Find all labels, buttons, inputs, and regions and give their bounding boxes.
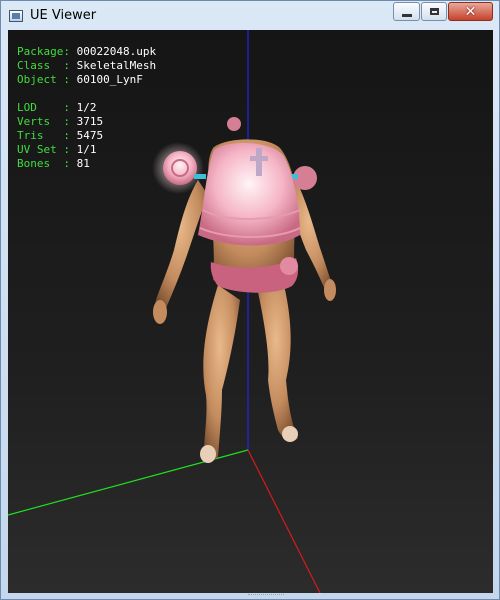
info-label: Package: bbox=[17, 45, 70, 58]
close-button[interactable]: ✕ bbox=[448, 2, 493, 21]
window-title: UE Viewer bbox=[30, 8, 97, 23]
left-arm bbox=[155, 180, 208, 312]
3d-viewport[interactable]: Package: 00022048.upk Class : SkeletalMe… bbox=[8, 30, 493, 593]
info-row-lod: LOD : 1/2 bbox=[17, 101, 156, 115]
info-label: Object : bbox=[17, 73, 70, 86]
minimize-button[interactable] bbox=[393, 2, 420, 21]
ear-bow bbox=[227, 117, 241, 131]
mesh-info-overlay: Package: 00022048.upk Class : SkeletalMe… bbox=[17, 45, 156, 171]
info-value: 60100_LynF bbox=[76, 73, 143, 86]
info-row-package: Package: 00022048.upk bbox=[17, 45, 156, 59]
info-row-object: Object : 60100_LynF bbox=[17, 73, 156, 87]
app-icon bbox=[9, 10, 23, 22]
left-leg bbox=[203, 285, 240, 461]
character-model bbox=[152, 117, 336, 463]
info-label: Tris : bbox=[17, 129, 70, 142]
right-leg bbox=[258, 285, 298, 441]
right-foot bbox=[282, 426, 298, 442]
info-label: LOD : bbox=[17, 101, 70, 114]
viewer-window: UE Viewer ✕ Package: 00022048.upk Class … bbox=[0, 0, 500, 600]
info-value: 3715 bbox=[76, 115, 104, 128]
frilled-top bbox=[198, 143, 300, 246]
title-bar[interactable]: UE Viewer ✕ bbox=[1, 1, 499, 31]
right-hand bbox=[324, 279, 336, 301]
info-row-uvset: UV Set : 1/1 bbox=[17, 143, 156, 157]
info-value: 1/1 bbox=[76, 143, 97, 156]
info-value: 1/2 bbox=[76, 101, 97, 114]
left-hand bbox=[153, 300, 167, 324]
left-foot bbox=[200, 445, 216, 463]
info-label: UV Set : bbox=[17, 143, 70, 156]
hip-bow bbox=[280, 257, 298, 275]
info-row-bones: Bones : 81 bbox=[17, 157, 156, 171]
close-icon: ✕ bbox=[464, 4, 477, 20]
info-value: 5475 bbox=[76, 129, 104, 142]
resize-grip[interactable] bbox=[248, 594, 284, 599]
info-row-tris: Tris : 5475 bbox=[17, 129, 156, 143]
info-label: Bones : bbox=[17, 157, 70, 170]
info-value: SkeletalMesh bbox=[76, 59, 157, 72]
info-row-class: Class : SkeletalMesh bbox=[17, 59, 156, 73]
info-row-verts: Verts : 3715 bbox=[17, 115, 156, 129]
info-value: 00022048.upk bbox=[76, 45, 157, 58]
maximize-button[interactable] bbox=[421, 2, 447, 21]
x-axis-line bbox=[247, 449, 321, 593]
info-label: Class : bbox=[17, 59, 70, 72]
left-shoulder-rose bbox=[163, 151, 197, 185]
info-value: 81 bbox=[76, 157, 90, 170]
left-armband bbox=[194, 174, 206, 179]
info-label: Verts : bbox=[17, 115, 70, 128]
